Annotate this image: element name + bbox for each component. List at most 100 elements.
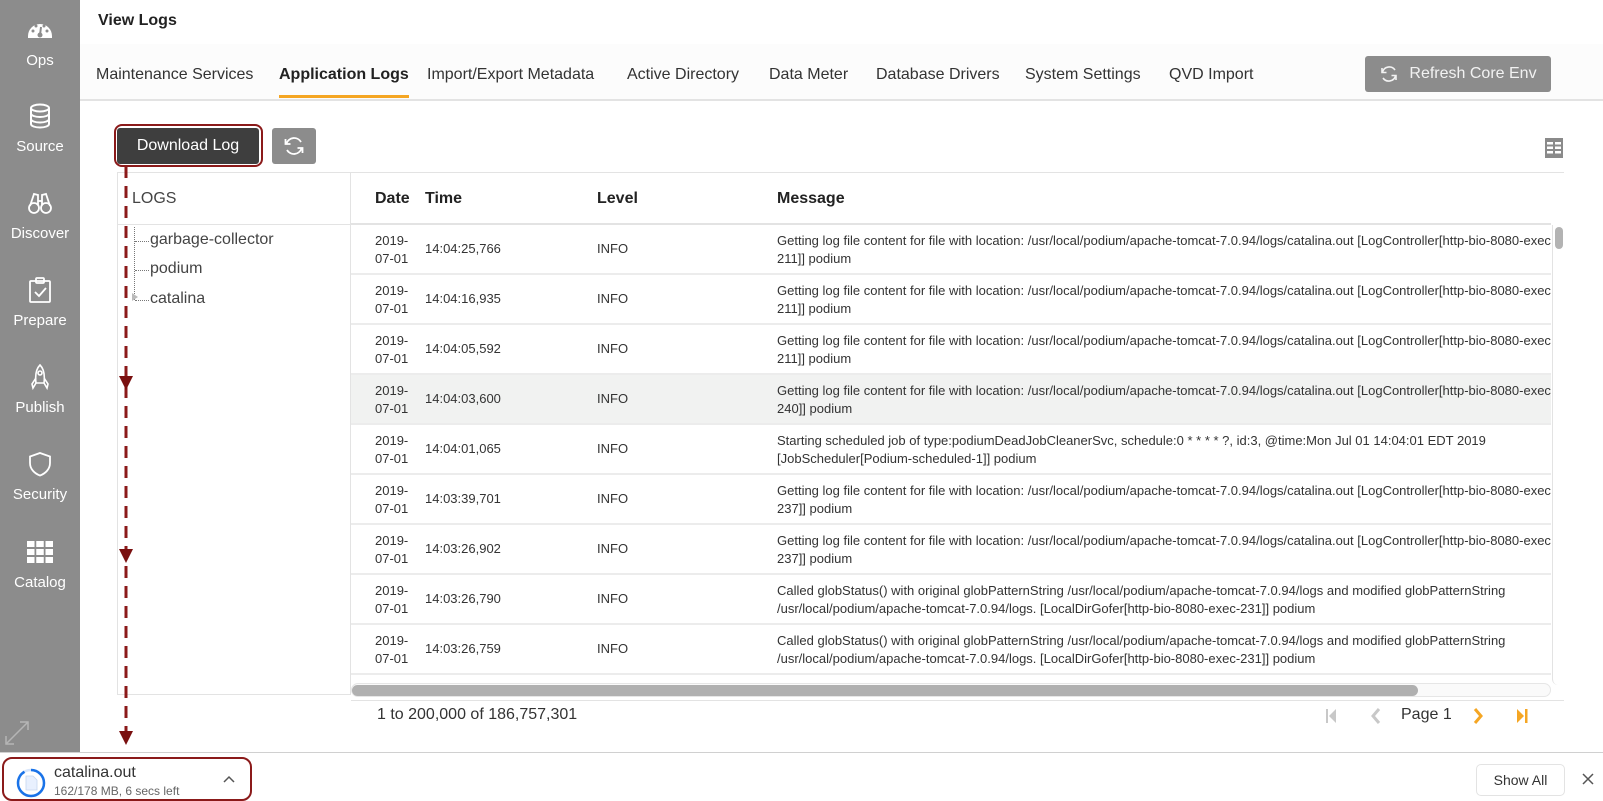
message-line: Getting log file content for file with l… [777,383,1551,398]
table-row[interactable]: 2019- 07-01 14:03:26,902 INFO Getting log fi… [351,525,1551,575]
sidebar-item-publish[interactable]: Publish [0,363,80,443]
tab-maintenance-services[interactable]: Maintenance Services [96,66,253,84]
message-line: Getting log file content for file with l… [777,283,1551,298]
date-line: 2019- [375,233,409,248]
tree-connector [135,241,149,242]
date-line: 07-01 [375,501,409,516]
time-cell: 14:03:26,902 [425,541,501,556]
message-line: Getting log file content for file with l… [777,533,1551,548]
vertical-scrollbar[interactable] [1552,225,1564,685]
tab-database-drivers[interactable]: Database Drivers [876,66,1000,84]
time-cell: 14:04:03,600 [425,391,501,406]
date-cell: 2019- 07-01 [375,632,415,668]
download-item[interactable]: catalina.out 162/178 MB, 6 secs left [2,757,252,801]
prev-page-icon[interactable] [1367,706,1385,726]
row-count-text: 1 to 200,000 of 186,757,301 [377,706,578,723]
tab-active-directory[interactable]: Active Directory [627,66,739,84]
message-line: Getting log file content for file with l… [777,333,1551,348]
database-icon [30,103,50,129]
message-line: 211]] podium [777,251,852,266]
level-cell: INFO [597,591,629,606]
tab-application-logs[interactable]: Application Logs [279,66,409,98]
tree-item-podium[interactable]: podium [150,260,202,278]
date-line: 07-01 [375,551,409,566]
column-header-time[interactable]: Time [425,190,462,208]
message-line: 237]] podium [777,501,853,516]
vertical-scroll-thumb[interactable] [1555,227,1563,249]
table-row[interactable]: 2019- 07-01 14:03:39,701 INFO Getting log fi… [351,475,1551,525]
refresh-logs-button[interactable] [272,128,316,164]
table-columns-icon[interactable] [1545,138,1563,158]
next-page-icon[interactable] [1469,706,1487,726]
level-cell: INFO [597,341,629,356]
rocket-icon [31,363,49,391]
show-all-button[interactable]: Show All [1476,764,1565,796]
table-row[interactable]: 2019- 07-01 14:04:05,592 INFO Getting log fi… [351,325,1551,375]
table-row[interactable]: 2019- 07-01 14:03:26,759 INFO Called globSta… [351,625,1551,675]
sidebar-item-security[interactable]: Security [0,450,80,530]
sidebar-item-label: Source [16,138,64,155]
message-line: Called globStatus() with original globPa… [777,633,1506,648]
date-line: 2019- [375,633,409,648]
dashboard-gauge-icon [28,24,52,38]
tab-qvd-import[interactable]: QVD Import [1169,66,1253,84]
level-cell: INFO [597,441,629,456]
message-cell: Getting log file content for file with l… [777,282,1551,318]
chevron-up-icon[interactable] [222,773,236,785]
sidebar-item-source[interactable]: Source [0,102,80,182]
horizontal-scrollbar[interactable] [351,683,1551,697]
sidebar-item-discover[interactable]: Discover [0,189,80,269]
last-page-icon[interactable] [1513,706,1531,726]
message-line: 211]] podium [777,301,852,316]
message-cell: Getting log file content for file with l… [777,532,1551,568]
table-row[interactable]: 2019- 07-01 14:04:25,766 INFO Getting log fi… [351,225,1551,275]
time-cell: 14:04:01,065 [425,441,501,456]
first-page-icon[interactable] [1322,706,1340,726]
time-cell: 14:03:26,790 [425,591,501,606]
column-header-level[interactable]: Level [597,190,638,208]
table-row[interactable]: 2019- 07-01 14:03:26,790 INFO Called globSta… [351,575,1551,625]
date-line: 07-01 [375,601,409,616]
tree-item-catalina[interactable]: catalina [150,290,205,308]
refresh-core-env-button[interactable]: Refresh Core Env [1365,56,1551,92]
sidebar-item-ops[interactable]: Ops [0,16,80,96]
refresh-icon [1381,66,1398,82]
date-line: 2019- [375,283,409,298]
tree-item-garbage-collector[interactable]: garbage-collector [150,231,274,249]
expand-caret-icon[interactable] [132,293,138,301]
sidebar-item-label: Prepare [13,312,67,329]
message-cell: Called globStatus() with original globPa… [777,632,1551,668]
table-row[interactable]: 2019- 07-01 14:04:03,600 INFO Getting log fi… [351,375,1551,425]
date-cell: 2019- 07-01 [375,532,415,568]
time-cell: 14:04:05,592 [425,341,501,356]
tab-system-settings[interactable]: System Settings [1025,66,1141,84]
expand-arrows-icon[interactable] [4,720,30,746]
date-line: 2019- [375,433,409,448]
tree-connector [134,227,135,300]
sidebar-item-prepare[interactable]: Prepare [0,276,80,356]
shield-icon [29,452,51,477]
tab-data-meter[interactable]: Data Meter [769,66,848,84]
horizontal-scroll-thumb[interactable] [352,685,1419,696]
sidebar-item-label: Ops [26,52,54,69]
message-cell: Getting log file content for file with l… [777,382,1551,418]
sidebar-item-label: Discover [10,225,70,242]
sidebar-item-label: Publish [15,399,65,416]
message-line: 237]] podium [777,551,853,566]
message-line: Starting scheduled job of type:podiumDea… [777,433,1486,448]
message-line: /usr/local/podium/apache-tomcat-7.0.94/l… [777,601,1316,616]
table-row[interactable]: 2019- 07-01 14:04:01,065 INFO Starting sched… [351,425,1551,475]
message-cell: Getting log file content for file with l… [777,232,1551,268]
date-cell: 2019- 07-01 [375,332,415,368]
sidebar-item-catalog[interactable]: Catalog [0,538,80,618]
table-row[interactable]: 2019- 07-01 14:04:16,935 INFO Getting log fi… [351,275,1551,325]
date-line: 2019- [375,383,409,398]
tab-import-export-metadata[interactable]: Import/Export Metadata [427,66,594,84]
close-icon[interactable] [1581,772,1595,786]
log-grid: Date Time Level Message 2019- 07-01 14:04:… [351,172,1564,697]
grid-body: 2019- 07-01 14:04:25,766 INFO Getting log fi… [351,225,1551,677]
download-log-button[interactable]: Download Log [117,128,259,164]
column-header-date[interactable]: Date [375,190,410,208]
column-header-message[interactable]: Message [777,190,845,208]
header: View Logs [80,0,1603,44]
